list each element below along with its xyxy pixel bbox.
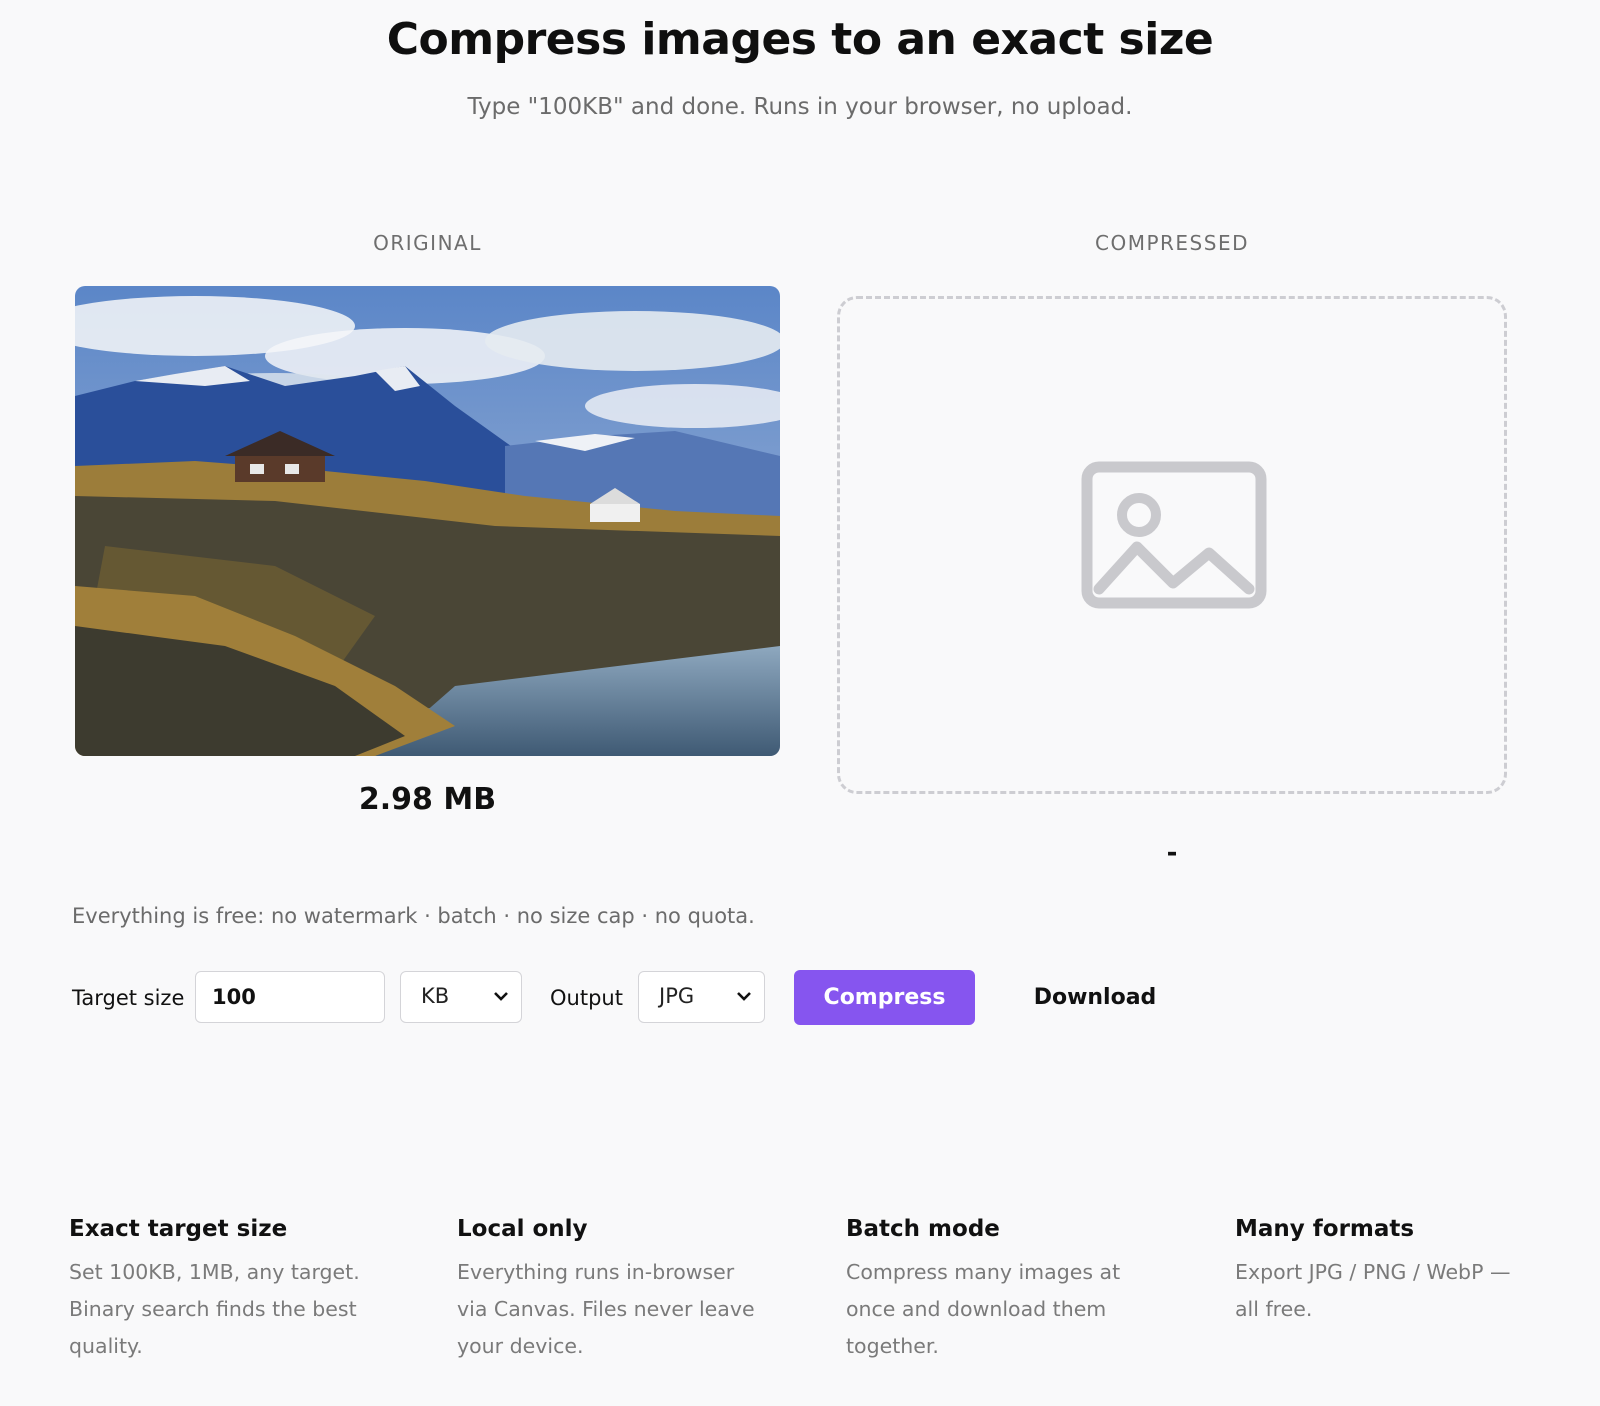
feature-description: Everything runs in-browser via Canvas. F…	[457, 1254, 757, 1365]
download-button[interactable]: Download	[1020, 970, 1170, 1025]
compress-button[interactable]: Compress	[794, 970, 975, 1025]
compressed-file-size: -	[1166, 838, 1178, 868]
chevron-down-icon	[736, 972, 752, 1040]
feature-many-formats: Many formats Export JPG / PNG / WebP — a…	[1235, 1216, 1535, 1328]
image-placeholder-icon	[1081, 461, 1267, 609]
compressed-preview-area	[837, 296, 1507, 794]
feature-desc-line: Binary search finds the best	[69, 1297, 357, 1321]
page-subtitle: Type "100KB" and done. Runs in your brow…	[467, 94, 1133, 120]
feature-exact-target-size: Exact target size Set 100KB, 1MB, any ta…	[69, 1216, 369, 1365]
original-file-size: 2.98 MB	[358, 782, 497, 817]
format-select-value: JPG	[659, 984, 695, 1008]
feature-description: Set 100KB, 1MB, any target. Binary searc…	[69, 1254, 369, 1365]
feature-description: Compress many images at once and downloa…	[846, 1254, 1146, 1365]
format-select[interactable]: JPG	[638, 971, 765, 1023]
feature-description: Export JPG / PNG / WebP — all free.	[1235, 1254, 1535, 1328]
feature-desc-line: together.	[846, 1334, 939, 1358]
unit-select-value: KB	[421, 984, 450, 1008]
output-label: Output	[550, 986, 623, 1010]
feature-desc-line: all free.	[1235, 1297, 1313, 1321]
unit-select[interactable]: KB	[400, 971, 522, 1023]
feature-desc-line: via Canvas. Files never leave	[457, 1297, 755, 1321]
feature-title: Many formats	[1235, 1216, 1415, 1242]
feature-title: Local only	[457, 1216, 588, 1242]
feature-local-only: Local only Everything runs in-browser vi…	[457, 1216, 757, 1365]
feature-desc-line: once and download them	[846, 1297, 1107, 1321]
feature-title: Exact target size	[69, 1216, 288, 1242]
page-title: Compress images to an exact size	[386, 14, 1214, 65]
original-label: ORIGINAL	[373, 231, 482, 255]
feature-desc-line: your device.	[457, 1334, 584, 1358]
feature-title: Batch mode	[846, 1216, 1000, 1242]
feature-desc-line: Export JPG / PNG / WebP —	[1235, 1260, 1511, 1284]
feature-desc-line: Set 100KB, 1MB, any target.	[69, 1260, 360, 1284]
target-size-label: Target size	[72, 986, 185, 1010]
free-note: Everything is free: no watermark · batch…	[72, 904, 755, 928]
feature-batch-mode: Batch mode Compress many images at once …	[846, 1216, 1146, 1365]
compress-controls: Target size KB Output JPG Compress Downl…	[0, 968, 1600, 1026]
feature-desc-line: Compress many images at	[846, 1260, 1121, 1284]
target-size-input[interactable]	[195, 971, 385, 1023]
compressed-label: COMPRESSED	[1095, 231, 1249, 255]
chevron-down-icon	[493, 972, 509, 1040]
feature-desc-line: Everything runs in-browser	[457, 1260, 735, 1284]
original-image-preview	[75, 286, 780, 756]
feature-desc-line: quality.	[69, 1334, 143, 1358]
